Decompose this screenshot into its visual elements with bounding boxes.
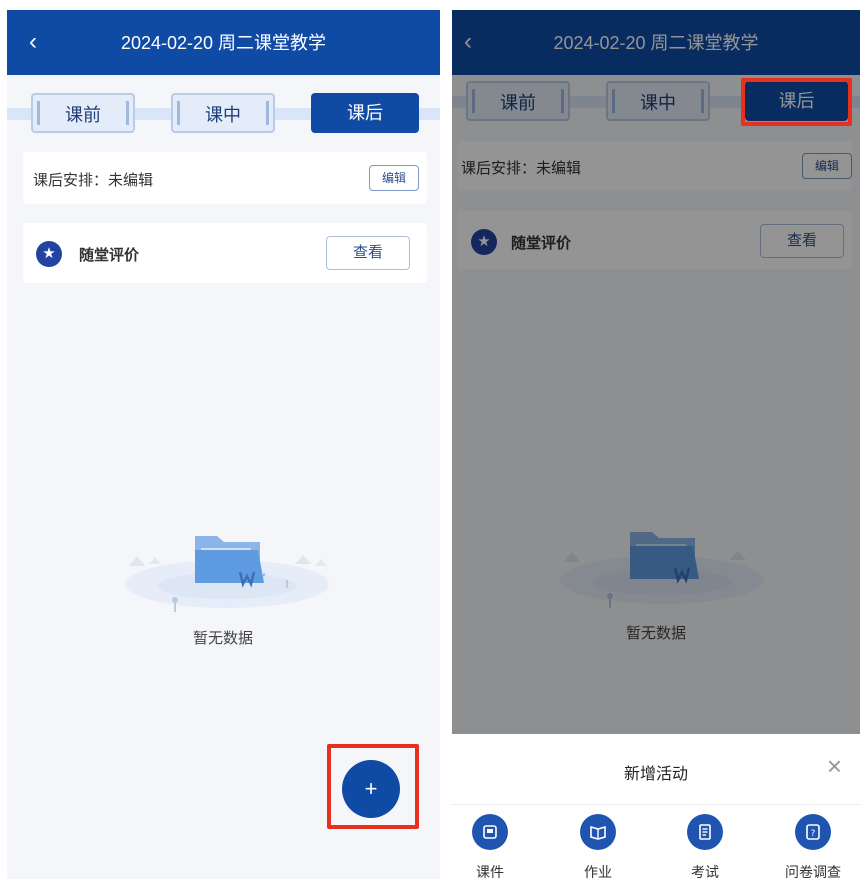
edit-button[interactable]: 编辑	[369, 165, 419, 191]
courseware-icon	[472, 814, 508, 850]
view-button[interactable]: 查看	[326, 236, 410, 270]
tab-after-class[interactable]: 课后	[311, 93, 419, 133]
activity-homework[interactable]: 作业	[563, 814, 633, 879]
close-icon[interactable]: ×	[827, 753, 842, 779]
page-title: 2024-02-20 周二课堂教学	[120, 33, 327, 53]
evaluation-title: 随堂评价	[79, 247, 140, 264]
svg-text:?: ?	[811, 829, 816, 839]
activity-survey[interactable]: ? 问卷调查	[778, 814, 848, 879]
highlight-box-fab	[327, 744, 419, 829]
evaluation-card: ★ 随堂评价 查看	[23, 223, 427, 283]
screen-right: ‹ 2024-02-20 周二课堂教学 课前 课中 课后 课后安排：未编辑 编辑…	[452, 10, 860, 879]
arrangement-card: 课后安排：未编辑 编辑	[23, 152, 427, 204]
top-bar: ‹ 2024-02-20 周二课堂教学	[7, 10, 440, 75]
activity-label: 作业	[584, 864, 612, 879]
sheet-title: 新增活动	[623, 766, 688, 783]
tab-before-class[interactable]: 课前	[31, 93, 135, 133]
homework-icon	[580, 814, 616, 850]
empty-folder-illustration	[125, 536, 329, 612]
empty-state-text: 暂无数据	[192, 630, 253, 647]
highlight-box-tab	[741, 78, 852, 126]
exam-icon	[687, 814, 723, 850]
arrangement-label: 课后安排：未编辑	[33, 172, 154, 189]
activity-label: 课件	[476, 864, 504, 879]
activity-label: 考试	[691, 864, 719, 879]
survey-icon: ?	[795, 814, 831, 850]
tab-during-class[interactable]: 课中	[171, 93, 275, 133]
add-activity-sheet: 新增活动 × 课件 作业 考试 ? 问卷调查	[452, 734, 860, 879]
screen-left: ‹ 2024-02-20 周二课堂教学 课前 课中 课后 课后安排：未编辑 编辑…	[7, 10, 440, 879]
star-icon: ★	[36, 241, 62, 267]
activity-label: 问卷调查	[785, 864, 841, 879]
sheet-divider	[452, 804, 860, 805]
activity-courseware[interactable]: 课件	[455, 814, 525, 879]
activity-exam[interactable]: 考试	[670, 814, 740, 879]
